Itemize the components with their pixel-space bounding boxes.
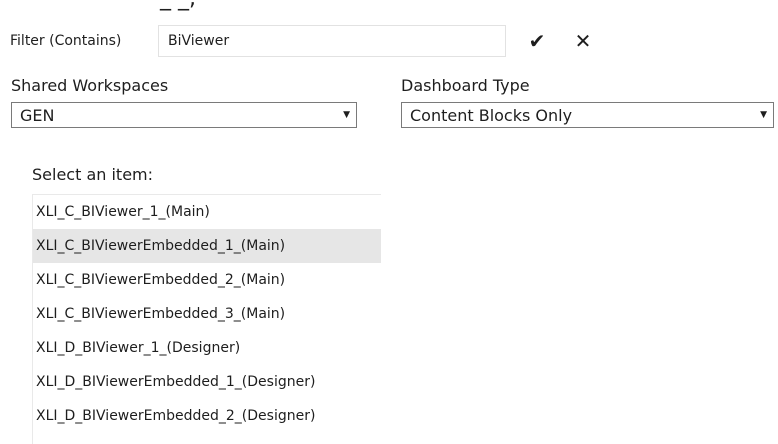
item-listbox[interactable]: XLI_C_BIViewer_1_(Main) XLI_C_BIViewerEm… bbox=[32, 194, 381, 444]
shared-workspaces-select[interactable]: GEN ▼ bbox=[11, 102, 357, 128]
list-item[interactable]: XLI_C_BIViewerEmbedded_2_(Main) bbox=[33, 263, 381, 297]
dashboard-type-select[interactable]: Content Blocks Only ▼ bbox=[401, 102, 774, 128]
list-item[interactable]: XLI_D_BIViewerEmbedded_2_(Designer) bbox=[33, 399, 381, 433]
list-item[interactable]: XLI_C_BIViewerEmbedded_3_(Main) bbox=[33, 297, 381, 331]
dashboard-type-label: Dashboard Type bbox=[401, 76, 530, 95]
apply-filter-check-icon[interactable]: ✔ bbox=[524, 28, 550, 54]
clear-filter-close-icon[interactable]: ✕ bbox=[570, 28, 596, 54]
filter-input[interactable] bbox=[158, 25, 506, 57]
select-item-label: Select an item: bbox=[32, 165, 154, 184]
list-item[interactable]: XLI_D_BIViewer_1_(Designer) bbox=[33, 331, 381, 365]
chevron-down-icon: ▼ bbox=[760, 110, 767, 120]
shared-workspaces-label: Shared Workspaces bbox=[11, 76, 169, 95]
filter-row: Filter (Contains) ✔ ✕ bbox=[10, 24, 596, 58]
dashboard-type-value: Content Blocks Only bbox=[410, 105, 573, 125]
clipped-top-text: _ _, · · · · · · · · · · · bbox=[160, 0, 350, 11]
list-item[interactable]: XLI_D_BIViewerEmbedded_1_(Designer) bbox=[33, 365, 381, 399]
filter-label: Filter (Contains) bbox=[10, 33, 122, 49]
list-item[interactable]: XLI_C_BIViewerEmbedded_1_(Main) bbox=[33, 229, 381, 263]
list-item[interactable]: XLI_C_BIViewer_1_(Main) bbox=[33, 195, 381, 229]
shared-workspaces-value: GEN bbox=[20, 105, 55, 125]
chevron-down-icon: ▼ bbox=[343, 110, 350, 120]
